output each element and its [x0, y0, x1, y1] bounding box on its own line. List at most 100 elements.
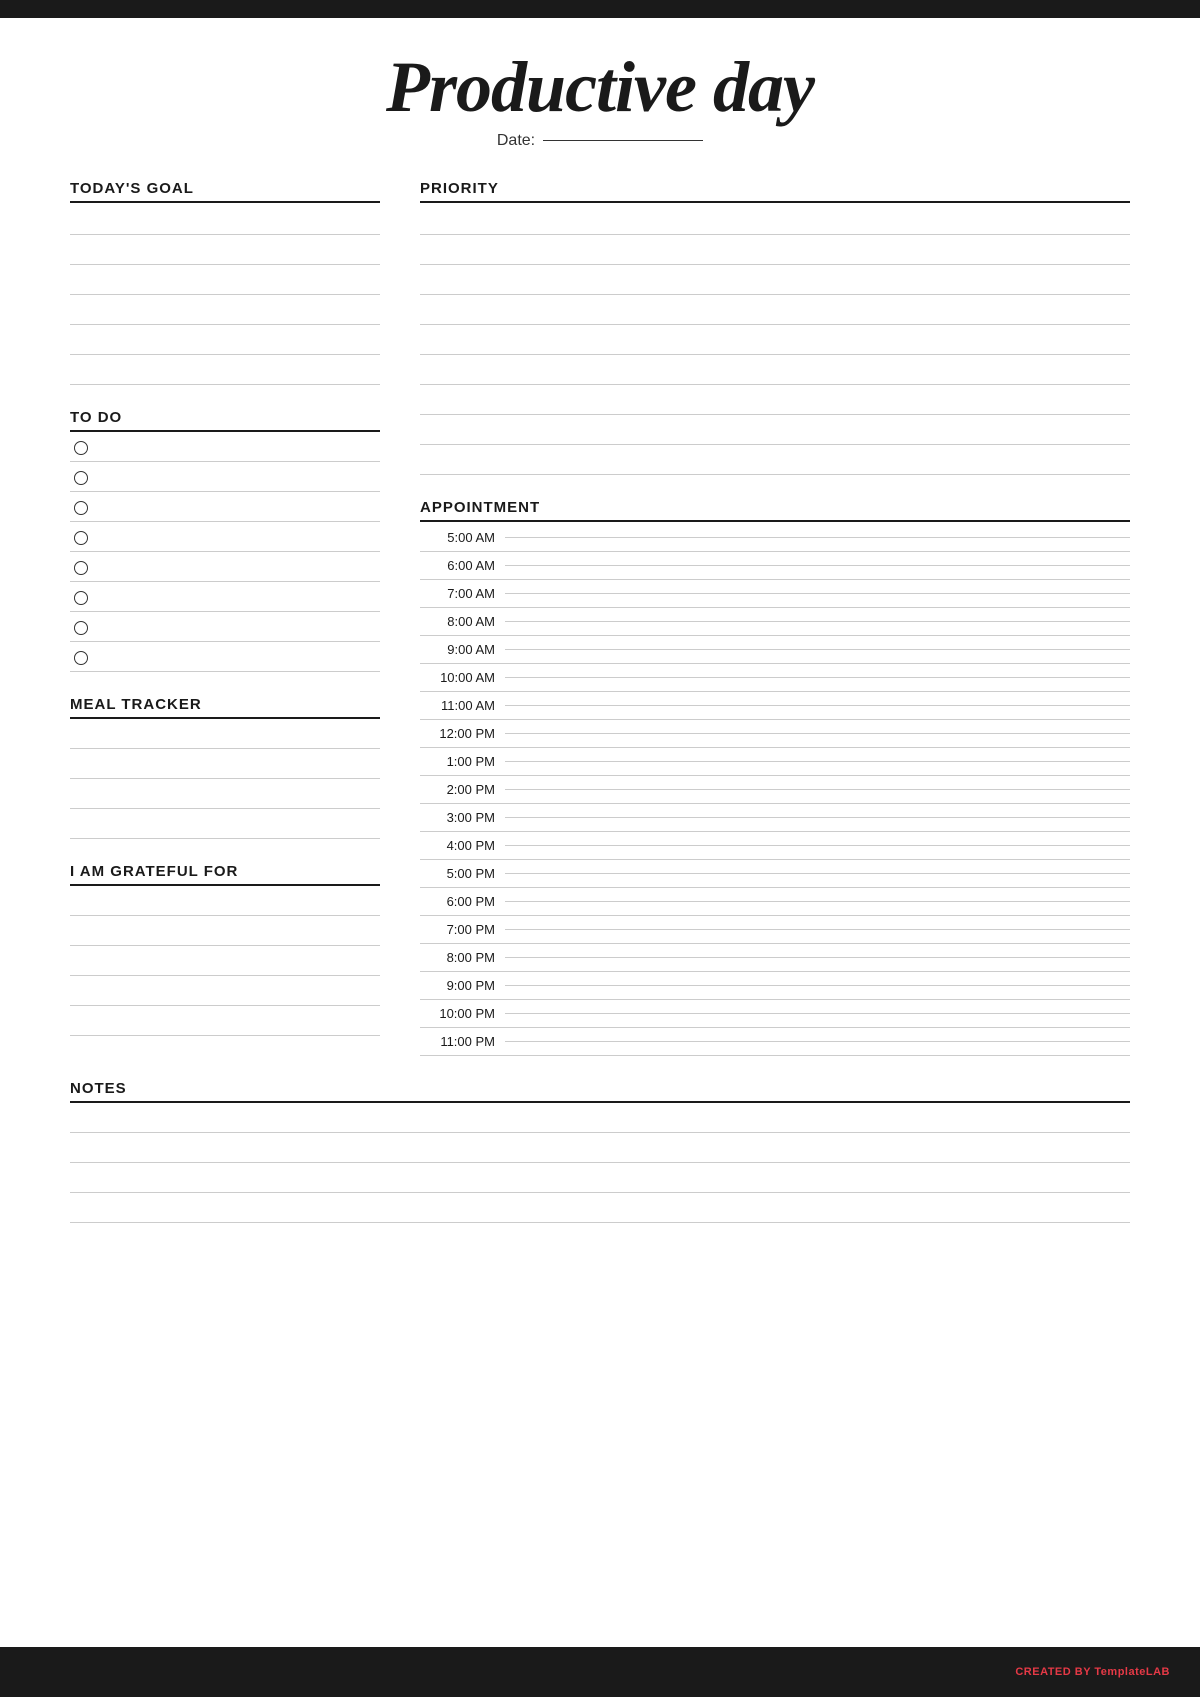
time-label: 11:00 PM — [420, 1034, 495, 1049]
todo-title: TO DO — [70, 409, 380, 432]
priority-line[interactable] — [420, 207, 1130, 235]
time-line — [505, 593, 1130, 594]
todo-item[interactable] — [70, 434, 380, 462]
todays-goal-title: TODAY'S GOAL — [70, 180, 380, 203]
todo-item[interactable] — [70, 584, 380, 612]
time-line — [505, 985, 1130, 986]
grateful-line[interactable] — [70, 948, 380, 976]
main-layout: TODAY'S GOAL TO DO — [70, 180, 1130, 1060]
time-slot[interactable]: 10:00 PM — [420, 1000, 1130, 1028]
todo-item[interactable] — [70, 524, 380, 552]
goal-line[interactable] — [70, 297, 380, 325]
time-slot[interactable]: 11:00 PM — [420, 1028, 1130, 1056]
priority-line[interactable] — [420, 297, 1130, 325]
goal-line[interactable] — [70, 237, 380, 265]
todo-checkbox[interactable] — [74, 561, 88, 575]
time-slot[interactable]: 6:00 AM — [420, 552, 1130, 580]
meal-line[interactable] — [70, 721, 380, 749]
todo-checkbox[interactable] — [74, 501, 88, 515]
todo-checkbox[interactable] — [74, 591, 88, 605]
time-line — [505, 957, 1130, 958]
todo-item[interactable] — [70, 644, 380, 672]
time-slot[interactable]: 10:00 AM — [420, 664, 1130, 692]
notes-line[interactable] — [70, 1165, 1130, 1193]
time-slot[interactable]: 11:00 AM — [420, 692, 1130, 720]
priority-line[interactable] — [420, 387, 1130, 415]
goal-line[interactable] — [70, 327, 380, 355]
grateful-line[interactable] — [70, 918, 380, 946]
appointment-title: APPOINTMENT — [420, 499, 1130, 522]
time-slot[interactable]: 4:00 PM — [420, 832, 1130, 860]
time-label: 6:00 PM — [420, 894, 495, 909]
time-line — [505, 537, 1130, 538]
right-column: PRIORITY APPOINTMENT 5:00 AM — [420, 180, 1130, 1060]
todo-item[interactable] — [70, 494, 380, 522]
meal-line[interactable] — [70, 751, 380, 779]
time-slot[interactable]: 3:00 PM — [420, 804, 1130, 832]
time-line — [505, 649, 1130, 650]
priority-line[interactable] — [420, 327, 1130, 355]
grateful-line[interactable] — [70, 888, 380, 916]
todo-item[interactable] — [70, 614, 380, 642]
time-line — [505, 1013, 1130, 1014]
goal-line[interactable] — [70, 357, 380, 385]
appointment-section: APPOINTMENT 5:00 AM 6:00 AM 7:00 AM 8:00… — [420, 499, 1130, 1056]
time-slot[interactable]: 7:00 PM — [420, 916, 1130, 944]
meal-line[interactable] — [70, 811, 380, 839]
todo-item[interactable] — [70, 554, 380, 582]
priority-section: PRIORITY — [420, 180, 1130, 475]
goal-line[interactable] — [70, 207, 380, 235]
time-label: 7:00 PM — [420, 922, 495, 937]
brand-highlight: LAB — [1146, 1666, 1170, 1678]
time-line — [505, 873, 1130, 874]
notes-section: NOTES — [70, 1080, 1130, 1223]
time-slot[interactable]: 6:00 PM — [420, 888, 1130, 916]
time-label: 4:00 PM — [420, 838, 495, 853]
time-slot[interactable]: 9:00 AM — [420, 636, 1130, 664]
date-label: Date: — [497, 132, 535, 150]
time-slot[interactable]: 2:00 PM — [420, 776, 1130, 804]
time-slot[interactable]: 7:00 AM — [420, 580, 1130, 608]
todo-item[interactable] — [70, 464, 380, 492]
todo-checkbox[interactable] — [74, 471, 88, 485]
priority-line[interactable] — [420, 417, 1130, 445]
time-line — [505, 733, 1130, 734]
priority-line[interactable] — [420, 267, 1130, 295]
priority-line[interactable] — [420, 357, 1130, 385]
time-label: 2:00 PM — [420, 782, 495, 797]
time-slot[interactable]: 5:00 PM — [420, 860, 1130, 888]
goal-line[interactable] — [70, 267, 380, 295]
todo-checkbox[interactable] — [74, 651, 88, 665]
notes-line[interactable] — [70, 1105, 1130, 1133]
notes-line[interactable] — [70, 1195, 1130, 1223]
time-line — [505, 845, 1130, 846]
priority-line[interactable] — [420, 237, 1130, 265]
time-slot[interactable]: 1:00 PM — [420, 748, 1130, 776]
time-slot[interactable]: 12:00 PM — [420, 720, 1130, 748]
top-bar — [0, 0, 1200, 18]
todo-checkbox[interactable] — [74, 531, 88, 545]
priority-lines — [420, 207, 1130, 475]
priority-line[interactable] — [420, 447, 1130, 475]
time-slot[interactable]: 8:00 AM — [420, 608, 1130, 636]
date-line: Date: — [70, 132, 1130, 150]
time-label: 10:00 AM — [420, 670, 495, 685]
grateful-line[interactable] — [70, 1008, 380, 1036]
page-content: Productive day Date: TODAY'S GOAL — [0, 18, 1200, 1303]
todo-checkbox[interactable] — [74, 621, 88, 635]
time-label: 9:00 PM — [420, 978, 495, 993]
meal-line[interactable] — [70, 781, 380, 809]
todo-checkbox[interactable] — [74, 441, 88, 455]
notes-title: NOTES — [70, 1080, 1130, 1103]
time-slot[interactable]: 5:00 AM — [420, 524, 1130, 552]
time-slot[interactable]: 9:00 PM — [420, 972, 1130, 1000]
time-label: 7:00 AM — [420, 586, 495, 601]
time-label: 11:00 AM — [420, 698, 495, 713]
time-line — [505, 929, 1130, 930]
notes-line[interactable] — [70, 1135, 1130, 1163]
time-label: 6:00 AM — [420, 558, 495, 573]
time-line — [505, 761, 1130, 762]
time-slot[interactable]: 8:00 PM — [420, 944, 1130, 972]
time-line — [505, 705, 1130, 706]
grateful-line[interactable] — [70, 978, 380, 1006]
